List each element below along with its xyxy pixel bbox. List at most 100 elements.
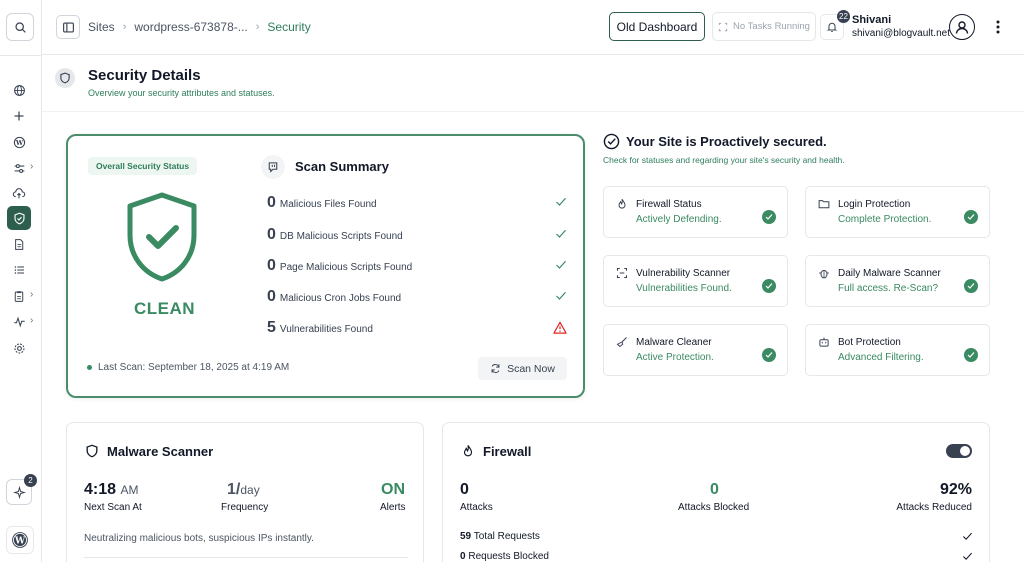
requests-blocked-label: Requests Blocked [468, 551, 549, 562]
breadcrumb-current: Security [267, 20, 311, 34]
page-title: Security Details [88, 67, 201, 84]
sidebar-item-sites[interactable] [7, 78, 31, 102]
feature-firewall-status[interactable]: Firewall Status Actively Defending. [603, 186, 788, 238]
attacks-reduced-label: Attacks Reduced [896, 502, 972, 513]
frequency-unit: day [240, 483, 260, 497]
svg-text:W: W [14, 536, 26, 546]
feature-title: Firewall Status [636, 199, 702, 210]
scan-label: Page Malicious Scripts Found [279, 262, 413, 273]
user-email: shivani@blogvault.net [852, 28, 950, 39]
feature-malware-cleaner[interactable]: Malware Cleaner Active Protection. [603, 324, 788, 376]
wordpress-icon: W [13, 136, 25, 148]
broom-icon [616, 337, 627, 348]
last-scan-text: Last Scan: September 18, 2025 at 4:19 AM [98, 362, 290, 373]
flame-icon [618, 198, 626, 209]
feature-title: Bot Protection [838, 337, 901, 348]
sidebar-item-settings-group[interactable] [7, 156, 31, 180]
frequency-label: Frequency [221, 502, 269, 513]
shield-icon [13, 212, 25, 224]
sidebar-item-wordpress[interactable]: W [7, 130, 31, 154]
scan-summary-title: Scan Summary [295, 159, 389, 174]
sidebar-item-pages[interactable] [7, 232, 31, 256]
total-requests-label: Total Requests [473, 531, 540, 542]
frequency-number: 1/ [227, 481, 241, 498]
sliders-icon [14, 163, 24, 173]
feature-login-protection[interactable]: Login Protection Complete Protection. [805, 186, 990, 238]
sidebar-item-backups[interactable] [7, 181, 31, 205]
feature-title: Vulnerability Scanner [636, 268, 731, 279]
kebab-icon [996, 20, 1000, 34]
wordpress-logo[interactable]: W [6, 526, 34, 554]
sidebar-item-add[interactable] [7, 104, 31, 128]
sparkle-icon [12, 485, 26, 499]
next-scan-label: Next Scan At [84, 502, 142, 513]
plus-icon [14, 111, 24, 121]
document-icon [15, 238, 24, 250]
feature-status: Active Protection. [636, 352, 714, 363]
security-status-card: Overall Security Status CLEAN Scan Summa… [66, 134, 585, 398]
sidebar-item-reports[interactable] [7, 284, 31, 308]
panel-left-icon [62, 21, 74, 33]
page-title-icon [55, 68, 75, 88]
feature-daily-malware-scanner[interactable]: Daily Malware Scanner Full access. Re-Sc… [805, 255, 990, 307]
search-button[interactable] [6, 13, 34, 41]
requests-blocked-value: 0 [460, 551, 466, 562]
folder-icon [818, 200, 830, 209]
feature-status: Vulnerabilities Found. [636, 283, 732, 294]
feature-bot-protection[interactable]: Bot Protection Advanced Filtering. [805, 324, 990, 376]
scan-row-page-scripts: 0 Page Malicious Scripts Found [267, 257, 567, 277]
wordpress-logo-icon: W [12, 532, 28, 548]
scan-count: 0 [267, 226, 276, 243]
divider [84, 557, 408, 558]
attacks-reduced-value: 92% [939, 481, 972, 498]
status-dot [87, 365, 92, 370]
scan-summary-icon [261, 155, 285, 179]
bell-icon [827, 22, 837, 32]
check-icon [556, 197, 566, 206]
search-icon [14, 21, 26, 33]
user-icon [955, 21, 969, 34]
breadcrumb-sites[interactable]: Sites [88, 20, 115, 34]
scan-icon [718, 22, 728, 31]
tasks-status[interactable]: No Tasks Running [712, 12, 816, 41]
malware-description: Neutralizing malicious bots, suspicious … [84, 533, 314, 544]
check-icon [964, 210, 978, 224]
tasks-label: No Tasks Running [733, 21, 810, 32]
check-icon [964, 348, 978, 362]
bug-icon [819, 269, 829, 279]
chevron-right-icon: › [122, 21, 127, 33]
shield-icon [60, 72, 70, 84]
next-scan-value: 4:18 AM [84, 481, 138, 499]
attacks-blocked-value: 0 [710, 481, 719, 498]
chat-icon [268, 162, 278, 173]
feature-vulnerability-scanner[interactable]: Vulnerability Scanner Vulnerabilities Fo… [603, 255, 788, 307]
scan-label: Malicious Cron Jobs Found [279, 293, 402, 304]
proactive-title: Your Site is Proactively secured. [626, 134, 827, 149]
divider [42, 111, 1024, 112]
sidebar-toggle-button[interactable] [56, 15, 80, 39]
list-icon [14, 266, 24, 274]
status-pill: Overall Security Status [88, 157, 198, 175]
firewall-toggle[interactable] [946, 444, 972, 458]
scan-row-db-scripts: 0 DB Malicious Scripts Found [267, 226, 567, 246]
check-icon [556, 260, 566, 269]
chevron-right-icon: › [30, 289, 34, 300]
feature-status: Complete Protection. [838, 214, 932, 225]
refresh-icon [491, 364, 500, 373]
svg-text:W: W [14, 138, 23, 146]
sidebar-item-security[interactable] [7, 206, 31, 230]
more-menu-button[interactable] [992, 17, 1004, 37]
attacks-value: 0 [460, 481, 469, 498]
sidebar-item-logs[interactable] [7, 258, 31, 282]
sidebar-item-activity[interactable] [7, 310, 31, 334]
breadcrumb-site[interactable]: wordpress-673878-... [134, 20, 247, 34]
scan-label: DB Malicious Scripts Found [279, 231, 403, 242]
security-status-value: CLEAN [134, 299, 196, 318]
scan-now-button[interactable]: Scan Now [478, 357, 567, 380]
sidebar-item-settings[interactable] [7, 336, 31, 360]
chevron-right-icon: › [30, 315, 34, 326]
check-circle-icon [603, 133, 620, 150]
old-dashboard-button[interactable]: Old Dashboard [609, 12, 705, 41]
avatar[interactable] [949, 14, 975, 40]
scan-now-label: Scan Now [507, 362, 555, 375]
